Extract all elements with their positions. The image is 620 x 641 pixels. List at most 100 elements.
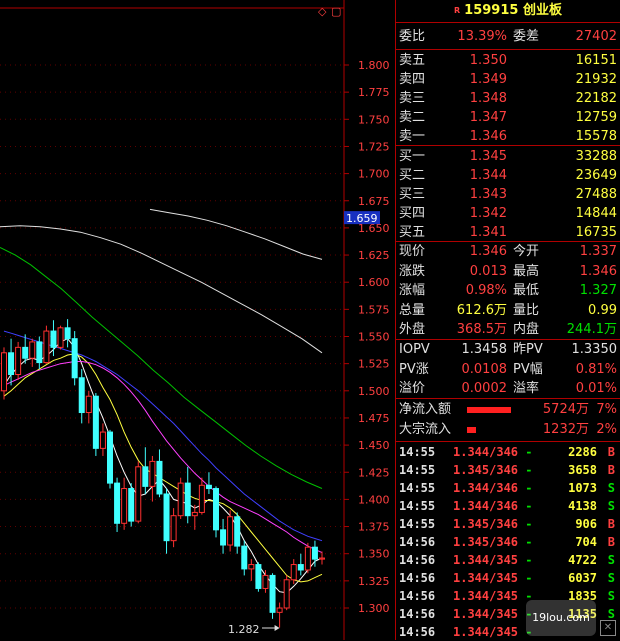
candle-body bbox=[184, 482, 191, 517]
buys-row: 买一 1.345 33288 bbox=[399, 147, 617, 166]
candle-body bbox=[57, 327, 64, 348]
iopv-label: IOPV bbox=[399, 342, 430, 357]
sells-volume: 15578 bbox=[575, 129, 617, 144]
tick-price: 1.344/345 - bbox=[453, 587, 532, 605]
candle-body bbox=[85, 395, 92, 414]
tick-side: S bbox=[607, 499, 615, 513]
tick-time: 14:55 bbox=[399, 517, 436, 531]
buys-price: 1.343 bbox=[469, 187, 507, 202]
flow-amount: 5724万 bbox=[542, 402, 589, 417]
buys-label: 买四 bbox=[399, 206, 426, 221]
watermark: 19lou.com bbox=[526, 600, 596, 636]
buys-price: 1.345 bbox=[469, 149, 507, 164]
quote-row: 总量 612.6万 量比 0.99 bbox=[399, 301, 617, 320]
buys-price: 1.344 bbox=[469, 168, 507, 183]
iopv-value: 0.0002 bbox=[461, 381, 508, 396]
quote-label: 现价 bbox=[399, 244, 426, 259]
tick-row[interactable]: 14:55 1.345/346 - 3658 B bbox=[399, 461, 617, 479]
quote-value: 1.346 bbox=[469, 244, 507, 259]
sells-volume: 22182 bbox=[575, 91, 617, 106]
price-tick-label: 1.525 bbox=[358, 358, 390, 371]
tick-price: 1.345/346 - bbox=[453, 533, 532, 551]
tick-volume: 4138 bbox=[568, 499, 597, 513]
iopv-label: PV幅 bbox=[513, 361, 543, 377]
tick-direction: - bbox=[518, 481, 533, 495]
diamond-icon[interactable]: ◇ bbox=[318, 5, 327, 18]
close-icon[interactable]: ✕ bbox=[600, 620, 616, 636]
tick-price: 1.344/346 - bbox=[453, 497, 532, 515]
candle-body bbox=[227, 516, 234, 546]
quote-value: 1.327 bbox=[579, 283, 617, 298]
tick-row[interactable]: 14:55 1.344/346 - 4138 S bbox=[399, 497, 617, 515]
tick-price: 1.344/345 - bbox=[453, 605, 532, 623]
sells-volume: 12759 bbox=[575, 110, 617, 125]
sells-label: 卖四 bbox=[399, 72, 426, 87]
flow-bar bbox=[467, 400, 511, 419]
quote-value: 244.1万 bbox=[566, 322, 617, 337]
candle-body bbox=[283, 579, 290, 609]
tick-bid-ask: 1.344/345 bbox=[453, 589, 519, 603]
buys-volume: 23649 bbox=[575, 168, 617, 183]
quote-label: 内盘 bbox=[513, 322, 540, 337]
iopv-label: PV涨 bbox=[399, 361, 429, 377]
tick-time: 14:56 bbox=[399, 607, 436, 621]
buys-label: 买五 bbox=[399, 225, 426, 240]
buys-price: 1.341 bbox=[469, 225, 507, 240]
sells-volume: 16151 bbox=[575, 53, 617, 68]
square-icon[interactable]: ▢ bbox=[331, 5, 341, 18]
quote-label: 涨跌 bbox=[399, 263, 426, 279]
tick-time: 14:56 bbox=[399, 535, 436, 549]
tick-row[interactable]: 14:56 1.344/345 - 4722 S bbox=[399, 551, 617, 569]
candle-body bbox=[128, 488, 135, 522]
tick-row[interactable]: 14:55 1.345/346 - 906 B bbox=[399, 515, 617, 533]
quote-row: 现价 1.346 今开 1.337 bbox=[399, 242, 617, 261]
tick-time: 14:55 bbox=[399, 445, 436, 459]
iopv-value: 1.3350 bbox=[571, 342, 618, 357]
tick-volume: 4722 bbox=[568, 553, 597, 567]
tick-price: 1.344/346 - bbox=[453, 479, 532, 497]
candle-body bbox=[156, 460, 163, 495]
quote-label: 外盘 bbox=[399, 322, 426, 337]
sells-price: 1.349 bbox=[469, 72, 507, 87]
tick-price: 1.344/345 - bbox=[453, 551, 532, 569]
candle-body bbox=[241, 545, 248, 570]
candle-body bbox=[276, 607, 283, 613]
buys-row: 买二 1.344 23649 bbox=[399, 166, 617, 185]
tick-row[interactable]: 14:56 1.344/345 - 6037 S bbox=[399, 569, 617, 587]
sells-volume: 21932 bbox=[575, 72, 617, 87]
tick-price: 1.345/346 - bbox=[453, 461, 532, 479]
iopv-row: 溢价 0.0002 溢率 0.01% bbox=[399, 379, 617, 398]
price-tick-label: 1.350 bbox=[358, 548, 390, 561]
price-tick-label: 1.375 bbox=[358, 521, 390, 534]
quote-row: 涨幅 0.98% 最低 1.327 bbox=[399, 281, 617, 300]
buys-row: 买五 1.341 16735 bbox=[399, 223, 617, 242]
sells-price: 1.346 bbox=[469, 129, 507, 144]
tick-row[interactable]: 14:55 1.344/346 - 2286 B bbox=[399, 443, 617, 461]
tick-side: B bbox=[607, 535, 615, 549]
candle-body bbox=[213, 488, 219, 531]
price-tick-label: 1.800 bbox=[358, 59, 390, 72]
flow-row: 净流入额 5724万 7% bbox=[399, 400, 617, 419]
quote-value: 0.98% bbox=[465, 283, 507, 298]
stock-header: R 159915 创业板 bbox=[396, 0, 620, 22]
stock-name: 创业板 bbox=[522, 3, 562, 18]
candle-body bbox=[43, 330, 50, 364]
tick-bid-ask: 1.345/346 bbox=[453, 517, 519, 531]
candle-body bbox=[198, 484, 205, 513]
tick-row[interactable]: 14:55 1.344/346 - 1073 S bbox=[399, 479, 617, 497]
candle-body bbox=[269, 574, 276, 613]
tick-volume: 704 bbox=[575, 535, 597, 549]
tick-time: 14:56 bbox=[399, 553, 436, 567]
tick-volume: 2286 bbox=[568, 445, 597, 459]
quote-label: 最低 bbox=[513, 283, 540, 298]
tick-side: S bbox=[607, 481, 615, 495]
tick-row[interactable]: 14:56 1.345/346 - 704 B bbox=[399, 533, 617, 551]
tick-bid-ask: 1.344/346 bbox=[453, 481, 519, 495]
candle-body bbox=[149, 460, 156, 487]
flow-percent: 7% bbox=[596, 402, 617, 417]
flow-row: 大宗流入 1232万 2% bbox=[399, 420, 617, 439]
quote-label: 今开 bbox=[513, 244, 540, 259]
candle-body bbox=[170, 515, 177, 542]
price-tick-label: 1.675 bbox=[358, 195, 390, 208]
kline-chart[interactable]: 1.8001.7751.7501.7251.7001.6751.6501.625… bbox=[0, 0, 395, 640]
